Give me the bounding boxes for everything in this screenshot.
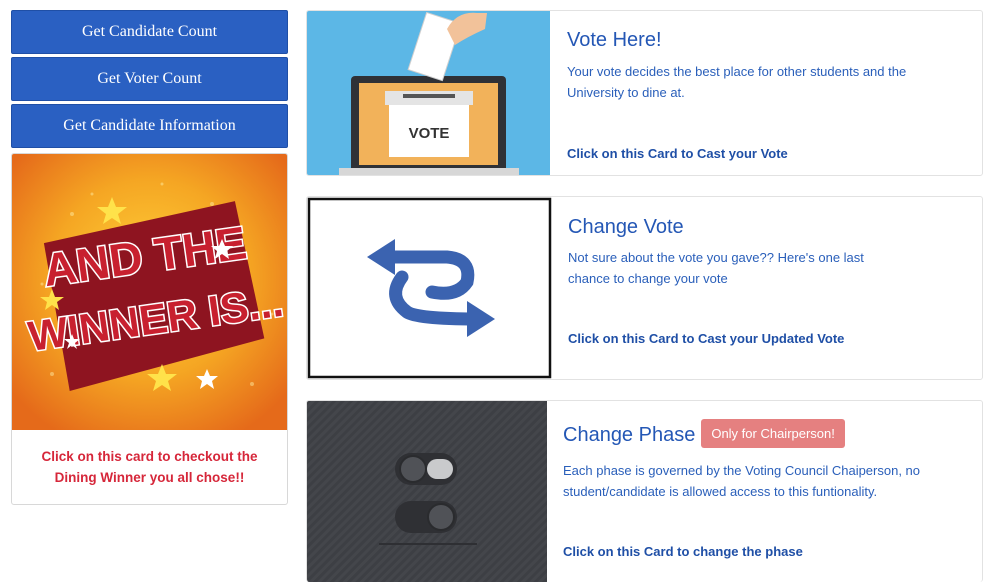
winner-announcement-image: AND THE WINNER IS... [12,154,287,430]
cast-vote-link[interactable]: Click on this Card to Cast your Vote [567,146,788,161]
get-candidate-information-button[interactable]: Get Candidate Information [11,104,288,148]
chairperson-only-badge: Only for Chairperson! [701,419,845,448]
winner-caption-line2: Dining Winner you all chose!! [54,470,245,485]
change-vote-card-text-line2: chance to change your vote [568,271,728,286]
vote-card-text-line2: University to dine at. [567,85,685,100]
vote-card-title: Vote Here! [567,29,662,51]
vote-card[interactable]: VOTE Vote Here! Your vote decides the be… [306,10,983,176]
change-phase-title-text: Change Phase [563,423,696,446]
change-phase-card[interactable]: Change Phase Only for Chairperson! Each p… [306,400,983,582]
swap-arrows-image [307,197,552,379]
cast-updated-vote-link[interactable]: Click on this Card to Cast your Updated … [568,331,844,346]
change-vote-card-text: Not sure about the vote you gave?? Here'… [568,247,864,289]
get-voter-count-button[interactable]: Get Voter Count [11,57,288,101]
change-vote-card[interactable]: Change Vote Not sure about the vote you … [306,196,983,380]
change-phase-card-text-line1: Each phase is governed by the Voting Cou… [563,463,921,478]
ballot-box-image: VOTE [307,11,550,175]
change-vote-card-text-line1: Not sure about the vote you gave?? Here'… [568,250,864,265]
winner-card[interactable]: AND THE WINNER IS... Click on this card … [11,153,288,505]
change-phase-card-title: Change Phase Only for Chairperson! [563,419,845,450]
change-phase-card-text-line2: student/candidate is allowed access to t… [563,484,878,499]
change-phase-link[interactable]: Click on this Card to change the phase [563,544,803,559]
winner-card-caption: Click on this card to checkout the Dinin… [12,430,287,504]
vote-card-text: Your vote decides the best place for oth… [567,61,906,103]
winner-caption-line1: Click on this card to checkout the [41,449,258,464]
vote-card-text-line1: Your vote decides the best place for oth… [567,64,907,79]
change-phase-card-text: Each phase is governed by the Voting Cou… [563,460,920,502]
get-candidate-count-button[interactable]: Get Candidate Count [11,10,288,54]
toggle-switches-image [307,401,547,582]
ballot-box-label: VOTE [409,125,450,142]
change-vote-card-title: Change Vote [568,216,684,238]
